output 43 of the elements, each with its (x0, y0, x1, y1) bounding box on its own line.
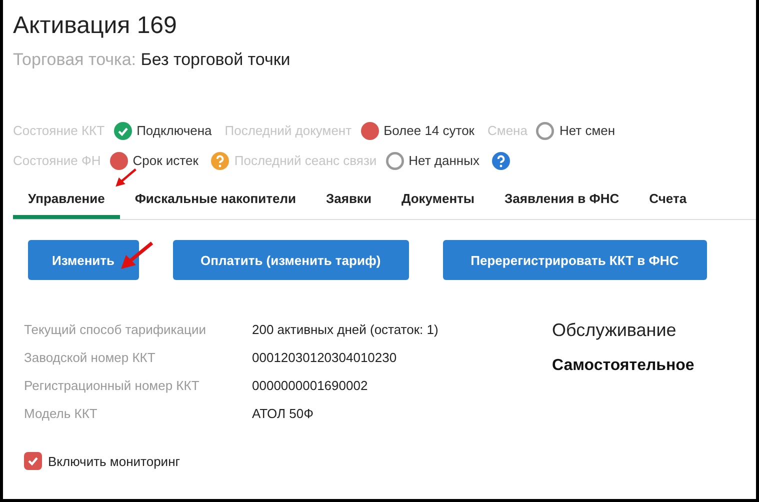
status-value: Срок истек (132, 152, 198, 170)
tab[interactable]: Счета (634, 190, 702, 219)
status-dot-icon (360, 122, 379, 140)
tab[interactable]: Заявления в ФНС (490, 190, 634, 219)
status-value: Подключена (136, 122, 212, 140)
action-button[interactable]: Перерегистрировать ККТ в ФНС (442, 240, 707, 280)
status-label: Последний документ (224, 122, 352, 140)
detail-value: 0000000001690002 (252, 377, 369, 395)
tab[interactable]: Управление (13, 190, 120, 219)
status-value: Нет смен (559, 122, 616, 140)
service-heading: Обслуживание (552, 320, 678, 341)
status-label: Состояние ФН (13, 152, 101, 170)
detail-label: Регистрационный номер ККТ (24, 377, 200, 395)
check-circle-icon (114, 122, 132, 140)
page-title: Активация 169 (13, 11, 177, 41)
tab[interactable]: Фискальные накопители (120, 190, 311, 219)
pointer-arrow-icon (115, 168, 137, 188)
checkbox-label: Включить мониторинг (48, 454, 180, 468)
action-button[interactable]: Изменить (28, 240, 139, 280)
subtitle: Торговая точка: Без торговой точки (13, 49, 290, 71)
detail-value: 00012030120304010230 (252, 349, 398, 367)
detail-value: 200 активных дней (остаток: 1) (252, 321, 440, 339)
status-dot-icon (110, 152, 128, 170)
monitoring-checkbox[interactable] (24, 452, 42, 470)
help-icon[interactable] (492, 152, 510, 170)
detail-label: Заводской номер ККТ (24, 349, 156, 367)
check-icon (27, 455, 39, 467)
help-icon[interactable] (211, 152, 230, 170)
status-ring-icon (386, 152, 404, 170)
tab[interactable]: Заявки (310, 190, 386, 219)
status-label: Состояние ККТ (13, 122, 105, 140)
detail-value: АТОЛ 50Ф (252, 405, 314, 423)
service-value: Самостоятельное (552, 357, 694, 375)
tab[interactable]: Документы (386, 190, 490, 219)
pointer-arrow-icon (120, 241, 154, 271)
status-ring-icon (536, 122, 554, 140)
detail-label: Текущий способ тарификации (24, 321, 207, 339)
status-value: Нет данных (408, 152, 480, 170)
status-label: Смена (488, 122, 528, 140)
status-label: Последний сеанс связи (234, 152, 377, 170)
action-button[interactable]: Оплатить (изменить тариф) (172, 240, 409, 280)
status-value: Более 14 суток (384, 122, 474, 140)
detail-label: Модель ККТ (24, 405, 98, 423)
